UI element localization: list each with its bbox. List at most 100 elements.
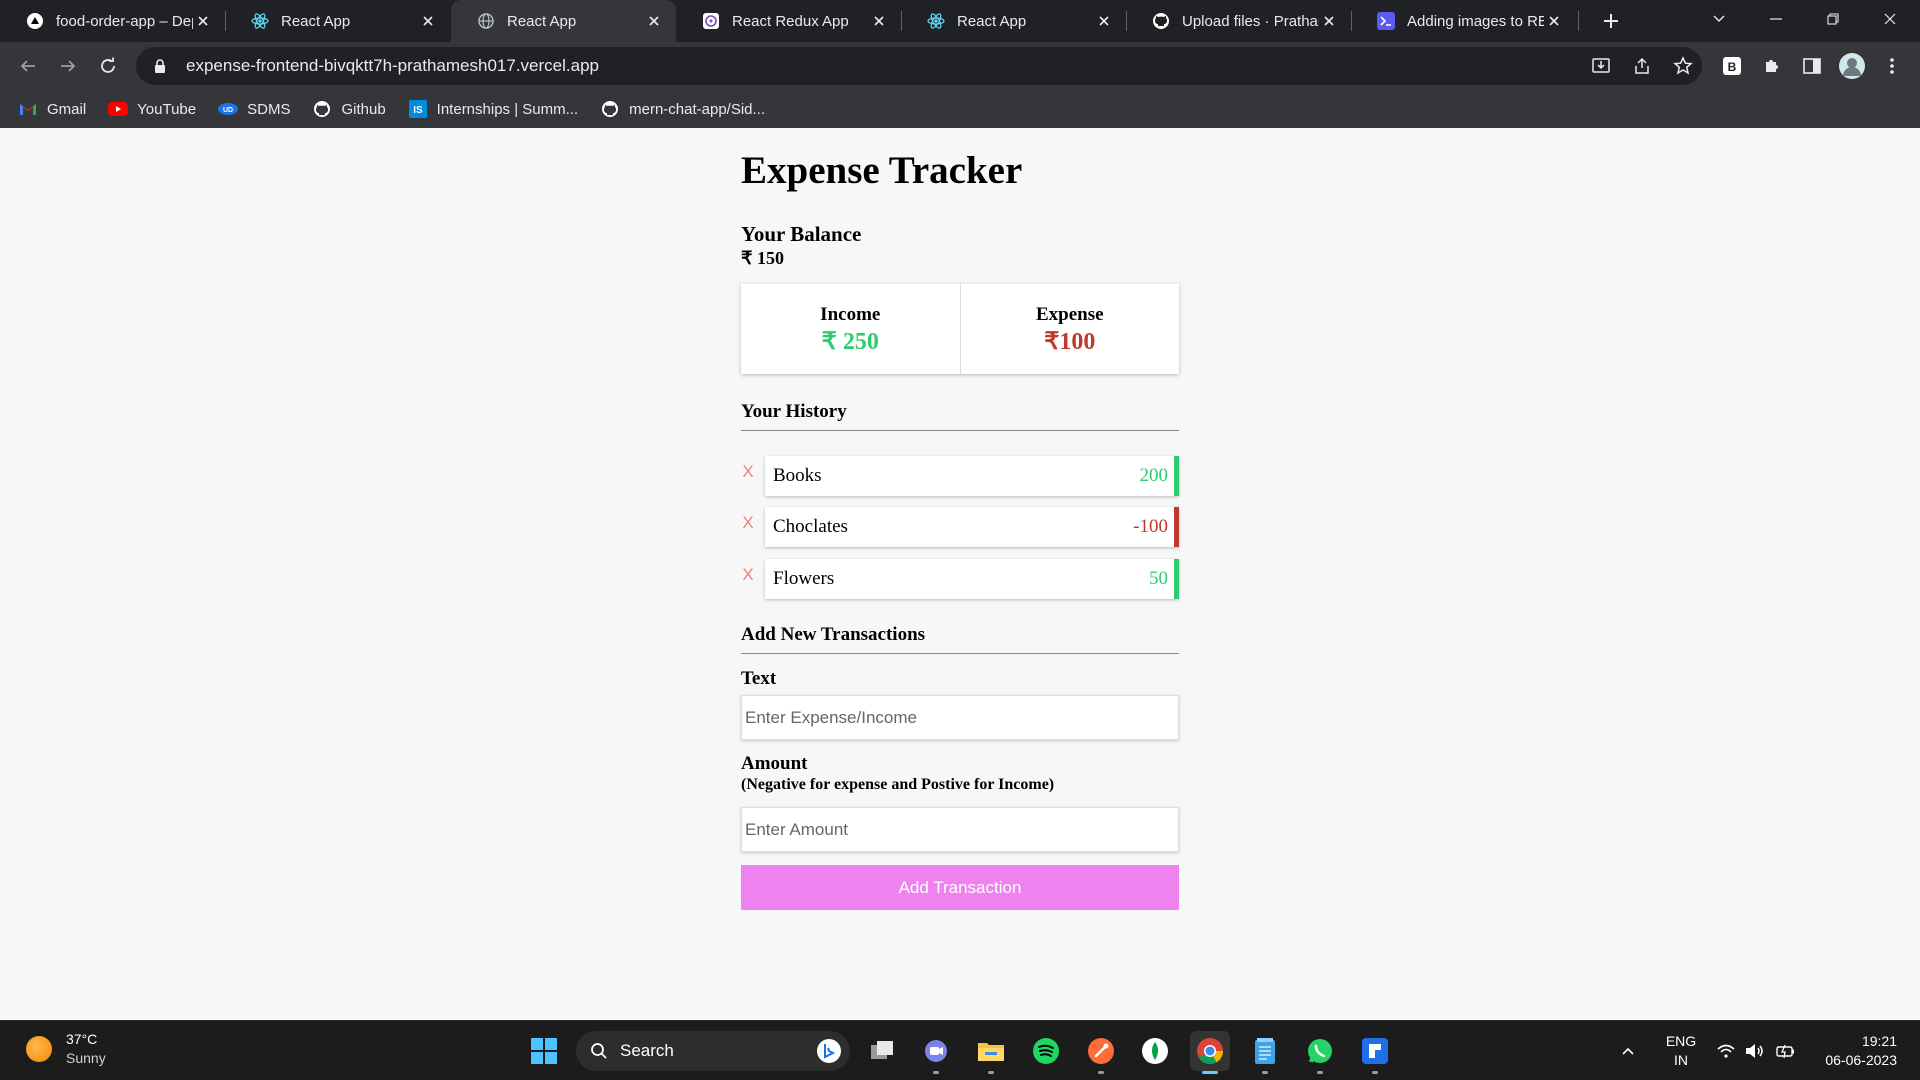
internshala-icon: IS [408,100,428,118]
extensions-puzzle-icon[interactable] [1756,50,1788,82]
history-text: Choclates [773,516,848,537]
delete-button[interactable]: X [741,565,755,585]
reload-button[interactable] [92,50,124,82]
running-indicator [1098,1071,1104,1074]
globe-icon [477,12,495,30]
running-indicator [1372,1071,1378,1074]
browser-menu-icon[interactable] [1876,50,1908,82]
weather-widget[interactable]: 37°C Sunny [26,1031,106,1066]
tab-react-app-1[interactable]: React App [225,0,450,42]
notepad-icon[interactable] [1245,1031,1285,1074]
task-view-button[interactable] [862,1031,902,1071]
bookmark-github[interactable]: Github [312,100,386,118]
bookmark-mern-chat-app[interactable]: mern-chat-app/Sid... [600,100,765,118]
forward-button[interactable] [52,50,84,82]
close-icon[interactable] [193,11,213,31]
url-text[interactable]: expense-frontend-bivqktt7h-prathamesh017… [186,56,599,76]
tab-adding-images[interactable]: Adding images to RE [1351,0,1576,42]
postman-icon[interactable] [1081,1031,1121,1074]
clock-time: 19:21 [1861,1033,1897,1049]
delete-button[interactable]: X [741,513,755,533]
extension-b-icon[interactable]: B [1716,50,1748,82]
file-explorer-icon[interactable] [971,1031,1011,1074]
close-icon[interactable] [1544,11,1564,31]
share-icon[interactable] [1626,50,1658,82]
bookmark-gmail[interactable]: Gmail [18,100,86,118]
tab-search-button[interactable] [1691,0,1747,38]
install-app-icon[interactable] [1585,50,1617,82]
sun-icon [26,1035,52,1062]
browser-toolbar: expense-frontend-bivqktt7h-prathamesh017… [0,42,1920,90]
spotify-icon[interactable] [1026,1031,1066,1071]
side-panel-icon[interactable] [1796,50,1828,82]
minimize-button[interactable] [1748,0,1804,38]
running-indicator [988,1071,994,1074]
history-amount: 200 [1139,465,1169,486]
volume-icon[interactable] [1742,1035,1768,1067]
bookmark-internships[interactable]: IS Internships | Summ... [408,100,578,118]
tab-react-app-2[interactable]: React App [901,0,1126,42]
close-icon[interactable] [1319,11,1339,31]
bookmark-youtube[interactable]: YouTube [108,100,196,118]
tab-title: React App [507,12,577,30]
new-tab-button[interactable] [1599,9,1623,33]
income-value: ₹ 250 [821,329,879,355]
add-transaction-button[interactable]: Add Transaction [741,865,1179,910]
back-button[interactable] [12,50,44,82]
bookmark-label: Github [341,100,386,118]
bookmark-sdms[interactable]: UD SDMS [218,100,290,118]
history-text: Books [773,465,822,486]
language-indicator[interactable]: ENG IN [1664,1032,1698,1070]
bookmark-label: Gmail [47,100,87,118]
taskbar: 37°C Sunny Search ENG IN 19:21 06-06-202… [0,1020,1920,1080]
lock-icon[interactable] [152,58,168,74]
profile-avatar[interactable] [1836,50,1868,82]
battery-icon[interactable] [1772,1035,1798,1067]
chrome-icon[interactable] [1190,1031,1230,1074]
restore-button[interactable] [1805,0,1861,38]
close-icon[interactable] [1094,11,1114,31]
window-close-button[interactable] [1862,0,1918,38]
address-bar[interactable]: expense-frontend-bivqktt7h-prathamesh017… [136,47,1702,85]
tab-react-redux-app[interactable]: React Redux App [676,0,901,42]
amount-hint: (Negative for expense and Postive for In… [741,776,1055,793]
region-code: IN [1674,1052,1688,1068]
vscode-insiders-icon[interactable] [1355,1031,1395,1074]
tab-food-order-app[interactable]: food-order-app – Dep [0,0,225,42]
running-indicator [1317,1071,1323,1074]
history-amount: 50 [1149,568,1168,589]
react-icon [251,12,269,30]
redux-icon [702,12,720,30]
close-icon[interactable] [644,11,664,31]
text-input[interactable] [741,695,1179,740]
whatsapp-icon[interactable] [1300,1031,1340,1074]
text-field-label: Text [741,668,777,689]
github-icon [1152,12,1170,30]
wifi-icon[interactable] [1714,1035,1738,1067]
tab-react-app-active[interactable]: React App [451,0,676,42]
gmail-icon [18,100,38,118]
income-expense-card: Income ₹ 250 Expense ₹100 [741,284,1179,374]
close-icon[interactable] [869,11,889,31]
teams-chat-icon[interactable] [916,1031,956,1074]
taskbar-search[interactable]: Search [576,1031,850,1071]
tab-upload-files[interactable]: Upload files · Pratham [1126,0,1351,42]
tab-divider [1578,11,1579,31]
bookmark-label: mern-chat-app/Sid... [629,100,766,118]
page-title: Expense Tracker [741,149,1023,192]
bookmark-star-icon[interactable] [1667,50,1699,82]
history-heading: Your History [741,401,1179,431]
close-icon[interactable] [418,11,438,31]
sdms-icon: UD [218,100,239,118]
delete-button[interactable]: X [741,462,755,482]
terminal-icon [1377,12,1395,30]
start-button[interactable] [524,1031,564,1071]
mongodb-compass-icon[interactable] [1135,1031,1175,1071]
show-hidden-icons-chevron-up-icon[interactable] [1613,1031,1643,1071]
bookmark-label: SDMS [247,100,291,118]
bookmark-label: YouTube [137,100,197,118]
amount-input[interactable] [741,807,1179,852]
history-card: Choclates -100 [765,507,1179,547]
bookmark-label: Internships | Summ... [436,100,579,118]
clock[interactable]: 19:21 06-06-2023 [1811,1032,1897,1070]
